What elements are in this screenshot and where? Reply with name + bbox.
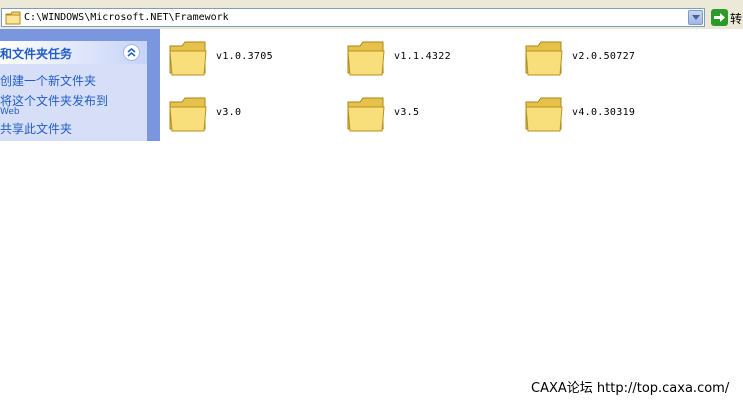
task-panel-header[interactable]: 和文件夹任务 bbox=[0, 41, 147, 64]
folder-icon bbox=[347, 97, 385, 132]
folder-item[interactable]: v3.5 bbox=[346, 94, 521, 138]
folder-icon bbox=[525, 41, 563, 76]
folder-icon bbox=[169, 41, 207, 76]
task-pane: 和文件夹任务 创建一个新文件夹 将这个文件夹发布到 Web 共享此文件夹 bbox=[0, 29, 160, 141]
folder-tasks-panel: 和文件夹任务 创建一个新文件夹 将这个文件夹发布到 Web 共享此文件夹 bbox=[0, 41, 147, 141]
folder-item[interactable]: v2.0.50727 bbox=[524, 38, 699, 82]
address-bar: C:\WINDOWS\Microsoft.NET\Framework 转 bbox=[0, 6, 743, 29]
task-link-publish-web-sub[interactable]: Web bbox=[0, 107, 20, 117]
folder-name: v3.5 bbox=[394, 107, 420, 118]
go-button[interactable]: 转 bbox=[709, 8, 743, 27]
address-dropdown-button[interactable] bbox=[688, 10, 703, 25]
folder-name: v1.0.3705 bbox=[216, 51, 273, 62]
task-panel-title: 和文件夹任务 bbox=[0, 47, 73, 61]
collapse-button[interactable] bbox=[123, 44, 140, 61]
task-link-share-folder[interactable]: 共享此文件夹 bbox=[0, 123, 72, 135]
chevron-down-icon bbox=[692, 15, 700, 20]
folder-name: v4.0.30319 bbox=[572, 107, 636, 118]
watermark-text: CAXA论坛 http://top.caxa.com/ bbox=[531, 381, 730, 396]
folder-item[interactable]: v1.0.3705 bbox=[168, 38, 343, 82]
folder-item[interactable]: v1.1.4322 bbox=[346, 38, 521, 82]
address-input[interactable]: C:\WINDOWS\Microsoft.NET\Framework bbox=[1, 8, 705, 27]
folder-icon bbox=[5, 11, 21, 25]
folder-icon bbox=[347, 41, 385, 76]
go-arrow-icon bbox=[711, 9, 728, 26]
folder-item[interactable]: v4.0.30319 bbox=[524, 94, 699, 138]
folder-name: v2.0.50727 bbox=[572, 51, 636, 62]
folder-item[interactable]: v3.0 bbox=[168, 94, 343, 138]
task-link-publish-web[interactable]: 将这个文件夹发布到 bbox=[0, 95, 108, 107]
go-label: 转 bbox=[730, 12, 743, 26]
folder-icon bbox=[525, 97, 563, 132]
double-chevron-up-icon bbox=[127, 48, 136, 57]
folder-name: v1.1.4322 bbox=[394, 51, 451, 62]
address-path: C:\WINDOWS\Microsoft.NET\Framework bbox=[24, 12, 229, 23]
task-link-new-folder[interactable]: 创建一个新文件夹 bbox=[0, 75, 96, 87]
folder-icon bbox=[169, 97, 207, 132]
folder-name: v3.0 bbox=[216, 107, 242, 118]
